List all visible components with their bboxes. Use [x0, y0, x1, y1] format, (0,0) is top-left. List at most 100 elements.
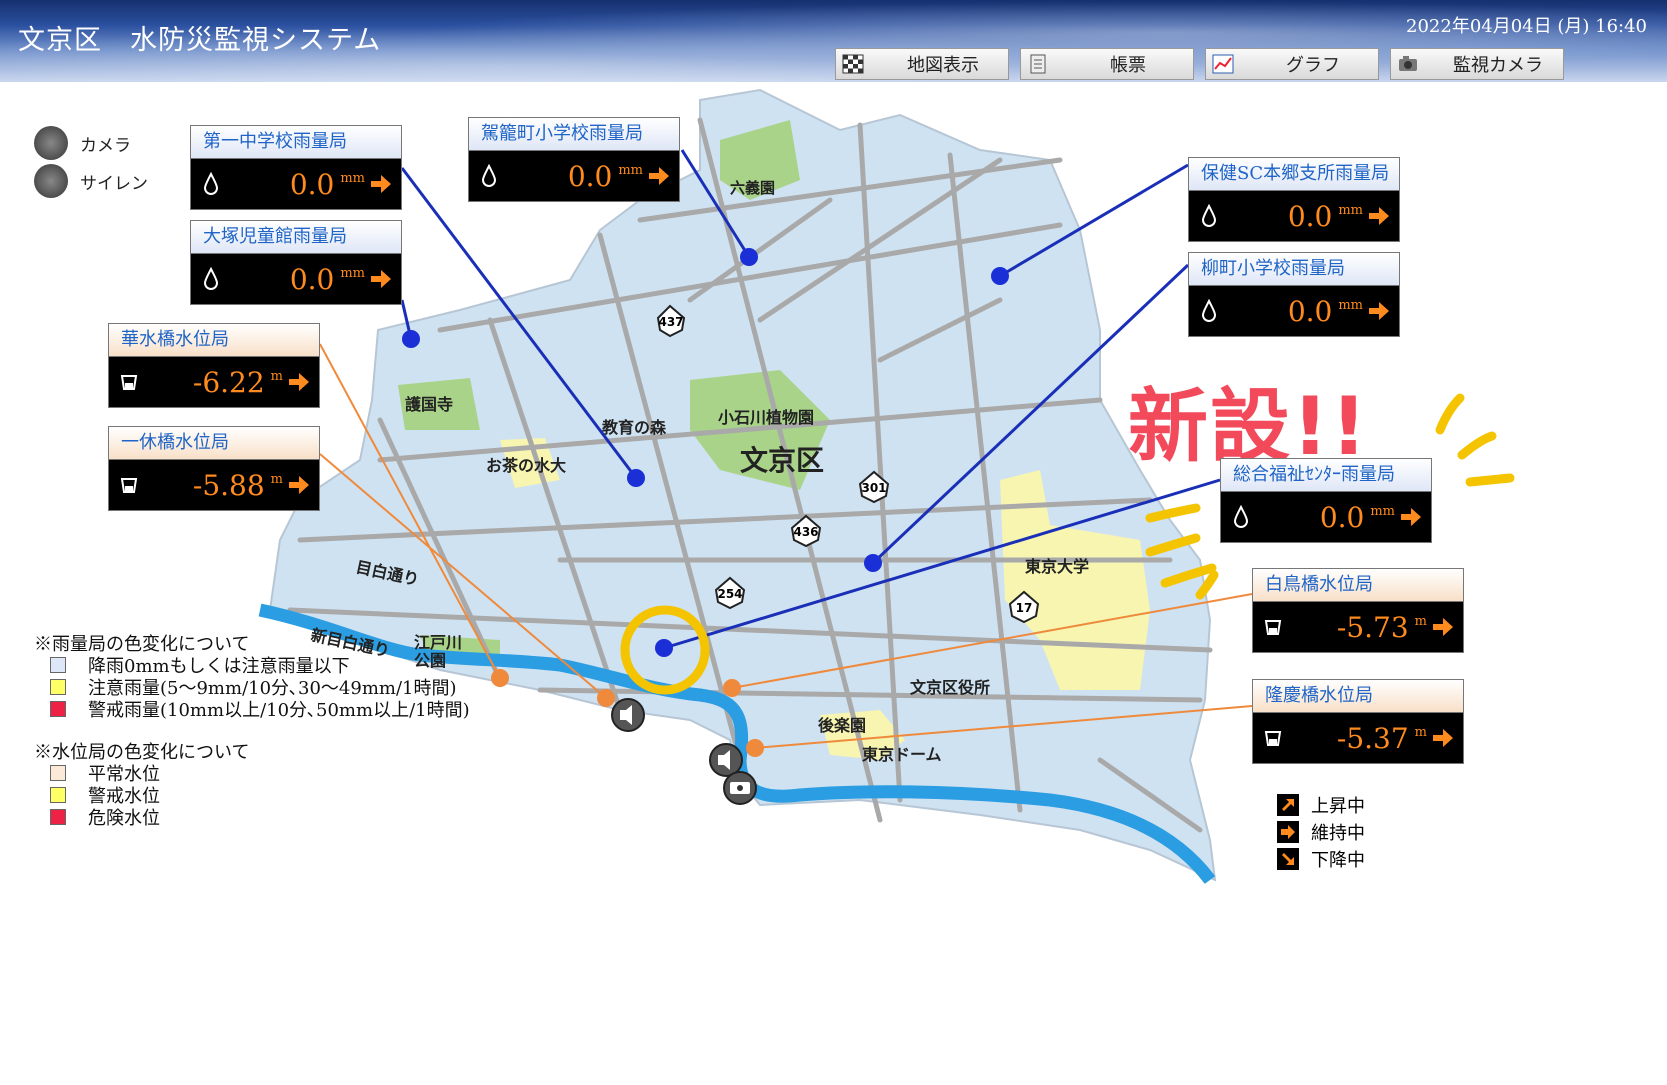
siren-marker-2[interactable] [709, 743, 743, 777]
station-name: 保健SC本郷支所雨量局 [1189, 158, 1399, 191]
arrow-right-icon [289, 373, 309, 391]
trend-label: 維持中 [1311, 822, 1365, 844]
nav-camera-label: 監視カメラ [1453, 55, 1543, 76]
camera-marker-1[interactable] [723, 771, 757, 805]
svg-text:254: 254 [717, 587, 742, 601]
nav-report-label: 帳票 [1110, 55, 1146, 76]
document-icon [1030, 54, 1046, 74]
station-name: 隆慶橋水位局 [1253, 680, 1463, 713]
station-unit: mm [618, 163, 643, 178]
station-name: 白鳥橋水位局 [1253, 569, 1463, 602]
raindrop-icon [481, 164, 497, 187]
station-name: 駕籠町小学校雨量局 [469, 118, 679, 151]
station-name: 柳町小学校雨量局 [1189, 253, 1399, 286]
trend-label: 下降中 [1311, 849, 1365, 871]
raindrop-icon [203, 267, 219, 290]
graph-icon [1212, 54, 1234, 74]
station-unit: mm [340, 171, 365, 186]
station-value: 0.0 [567, 159, 613, 193]
arrow-right-icon [371, 270, 391, 288]
raindrop-icon [1201, 299, 1217, 322]
station-value: 0.0 [1287, 294, 1333, 328]
station-unit: mm [1370, 504, 1395, 519]
label-koishikawa: 小石川植物園 [718, 408, 814, 427]
raindrop-icon [1201, 204, 1217, 227]
siren-marker-1[interactable] [611, 698, 645, 732]
legend-item: 危険水位 [88, 808, 160, 829]
label-todai: 東京大学 [1025, 557, 1089, 576]
swatch-normal [50, 657, 66, 673]
station-unit: m [270, 369, 283, 384]
arrow-down-right-icon [1277, 847, 1299, 870]
datetime-display: 2022年04月04日 (月) 16:40 [1406, 16, 1647, 37]
swatch-warning [50, 701, 66, 717]
nav-graph-label: グラフ [1286, 55, 1340, 76]
rain-station-sogofukushi[interactable]: 総合福祉ｾﾝﾀｰ雨量局 0.0 mm [1220, 458, 1432, 543]
app-title: 文京区 水防災監視システム [18, 25, 382, 56]
water-gauge-icon [120, 375, 138, 390]
arrow-right-icon [1369, 302, 1389, 320]
water-station-ikkyu[interactable]: 一休橋水位局 -5.88 m [108, 426, 320, 511]
label-kyoiku: 教育の森 [602, 418, 667, 437]
swatch-caution [50, 787, 66, 803]
siren-icon [34, 164, 68, 198]
legend-title: ※水位局の色変化について [34, 742, 250, 763]
label-kuyakusho: 文京区役所 [910, 678, 990, 697]
raindrop-icon [1233, 505, 1249, 528]
marker-legend: カメラ サイレン [34, 124, 148, 200]
rain-station-kagomachi[interactable]: 駕籠町小学校雨量局 0.0 mm [468, 117, 680, 202]
grid-map-icon [842, 54, 864, 74]
water-gauge-icon [1264, 731, 1282, 746]
nav-report-button[interactable]: 帳票 [1020, 48, 1194, 80]
label-gokokuji: 護国寺 [405, 395, 453, 414]
nav-graph-button[interactable]: グラフ [1205, 48, 1379, 80]
nav-map-label: 地図表示 [907, 55, 979, 76]
station-value: 0.0 [1319, 500, 1365, 534]
swatch-caution [50, 679, 66, 695]
rain-color-legend: ※雨量局の色変化について 降雨0mmもしくは注意雨量以下 注意雨量(5〜9mm/… [34, 632, 470, 721]
raindrop-icon [203, 172, 219, 195]
station-name: 大塚児童館雨量局 [191, 221, 401, 254]
svg-text:437: 437 [658, 315, 683, 329]
water-gauge-icon [120, 478, 138, 493]
rain-station-hokensc[interactable]: 保健SC本郷支所雨量局 0.0 mm [1188, 157, 1400, 242]
arrow-right-icon [289, 476, 309, 494]
svg-text:301: 301 [861, 481, 886, 495]
nav-map-button[interactable]: 地図表示 [835, 48, 1009, 80]
water-station-hakucho[interactable]: 白鳥橋水位局 -5.73 m [1252, 568, 1464, 653]
arrow-right-icon [371, 175, 391, 193]
nav-camera-button[interactable]: 監視カメラ [1390, 48, 1564, 80]
header-banner: 文京区 水防災監視システム 2022年04月04日 (月) 16:40 地図表示… [0, 0, 1667, 82]
rain-station-yanagicho[interactable]: 柳町小学校雨量局 0.0 mm [1188, 252, 1400, 337]
arrow-right-icon [1433, 729, 1453, 747]
legend-title: ※雨量局の色変化について [34, 634, 250, 655]
station-name: 華水橋水位局 [109, 324, 319, 357]
label-korakuen: 後楽園 [818, 716, 866, 735]
label-dome: 東京ドーム [862, 745, 942, 764]
trend-legend: 上昇中 維持中 下降中 [1277, 791, 1365, 872]
station-unit: m [1414, 614, 1427, 629]
arrow-right-icon [1401, 508, 1421, 526]
station-value: -5.73 [1336, 610, 1409, 644]
swatch-danger [50, 809, 66, 825]
rain-station-otsuka[interactable]: 大塚児童館雨量局 0.0 mm [190, 220, 402, 305]
station-unit: mm [1338, 203, 1363, 218]
label-district: 文京区 [740, 444, 824, 477]
water-station-kasui[interactable]: 華水橋水位局 -6.22 m [108, 323, 320, 408]
station-unit: mm [1338, 298, 1363, 313]
station-unit: m [1414, 725, 1427, 740]
arrow-right-icon [1277, 820, 1299, 843]
station-unit: m [270, 472, 283, 487]
camera-icon [34, 126, 68, 160]
station-value: -6.22 [192, 365, 265, 399]
rain-station-daiichi[interactable]: 第一中学校雨量局 0.0 mm [190, 125, 402, 210]
station-name: 第一中学校雨量局 [191, 126, 401, 159]
station-value: -5.88 [192, 468, 265, 502]
station-value: 0.0 [1287, 199, 1333, 233]
arrow-right-icon [1369, 207, 1389, 225]
station-value: 0.0 [289, 167, 335, 201]
water-gauge-icon [1264, 620, 1282, 635]
svg-text:436: 436 [793, 525, 818, 539]
station-name: 一休橋水位局 [109, 427, 319, 460]
water-station-ryukei[interactable]: 隆慶橋水位局 -5.37 m [1252, 679, 1464, 764]
